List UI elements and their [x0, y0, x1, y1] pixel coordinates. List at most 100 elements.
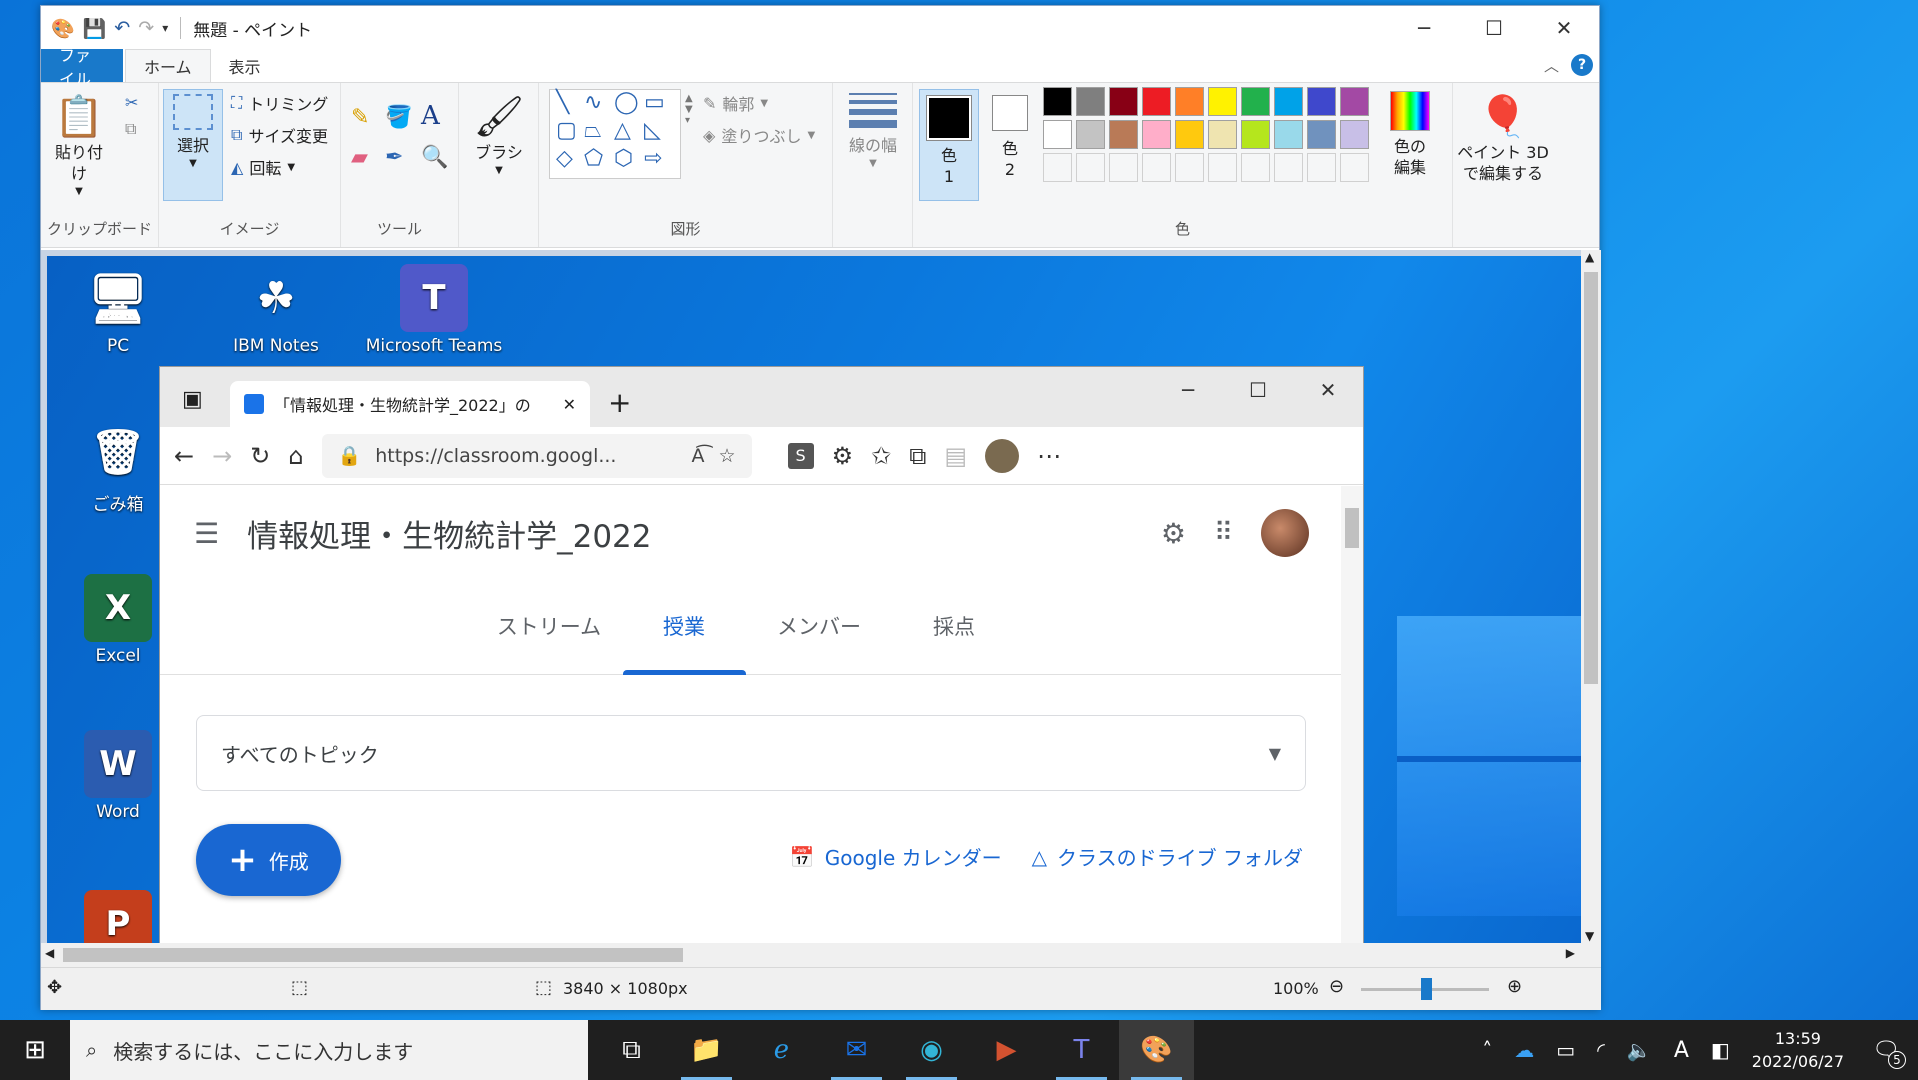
maximize-button[interactable]: ☐	[1459, 6, 1529, 50]
extensions-icon[interactable]: ⚙	[832, 442, 854, 470]
forward-icon[interactable]: →	[212, 442, 232, 470]
apps-grid-icon[interactable]: ⠿	[1214, 518, 1233, 548]
desktop-icon-teams[interactable]: T Microsoft Teams	[359, 264, 509, 356]
edge-minimize-button[interactable]: ─	[1153, 367, 1223, 413]
edit-colors-button[interactable]: 色の 編集	[1375, 91, 1445, 179]
color1-button[interactable]: 色 1	[919, 89, 979, 201]
palette-swatch[interactable]	[1175, 120, 1204, 149]
oval-shape-icon[interactable]: ◯	[614, 90, 639, 115]
onedrive-icon[interactable]: ☁	[1514, 1038, 1534, 1062]
edge-maximize-button[interactable]: ☐	[1223, 367, 1293, 413]
curve-shape-icon[interactable]: ∿	[584, 90, 602, 115]
tab-grades[interactable]: 採点	[887, 580, 1022, 675]
palette-swatch[interactable]	[1043, 87, 1072, 116]
volume-icon[interactable]: 🔈	[1627, 1038, 1652, 1062]
palette-swatch[interactable]	[1043, 120, 1072, 149]
palette-swatch[interactable]	[1076, 153, 1105, 182]
palette-swatch[interactable]	[1076, 120, 1105, 149]
color-picker-icon[interactable]: ✒	[385, 145, 403, 170]
extension-s-icon[interactable]: S	[787, 442, 814, 469]
menu-icon[interactable]: ☰	[194, 517, 219, 550]
profile-avatar[interactable]	[985, 438, 1020, 473]
internet-explorer-icon[interactable]: ℯ	[744, 1020, 819, 1080]
tab-close-icon[interactable]: ✕	[563, 395, 576, 414]
new-tab-icon[interactable]: +	[608, 386, 631, 419]
palette-swatch[interactable]	[1208, 153, 1237, 182]
tab-view[interactable]: 表示	[211, 49, 279, 82]
desktop-icon-pc[interactable]: 🖥 PC	[43, 264, 193, 357]
polygon-shape-icon[interactable]: ⏢	[584, 118, 602, 143]
taskbar-search-box[interactable]: ⌕ 検索するには、ここに入力します	[70, 1020, 588, 1080]
palette-swatch[interactable]	[1175, 153, 1204, 182]
tab-home[interactable]: ホーム	[125, 49, 211, 82]
palette-swatch[interactable]	[1109, 153, 1138, 182]
edge-close-button[interactable]: ✕	[1293, 367, 1363, 413]
rounded-rect-shape-icon[interactable]: ▢	[556, 118, 577, 143]
zoom-slider-thumb[interactable]	[1421, 978, 1432, 1000]
refresh-icon[interactable]: ↻	[250, 442, 270, 470]
palette-swatch[interactable]	[1175, 87, 1204, 116]
minimize-button[interactable]: ─	[1389, 6, 1459, 50]
palette-swatch[interactable]	[1142, 87, 1171, 116]
edge-scroll-thumb[interactable]	[1345, 508, 1359, 548]
back-icon[interactable]: ←	[174, 442, 194, 470]
tab-classwork[interactable]: 授業	[617, 580, 752, 675]
favorites-icon[interactable]: ✩	[871, 442, 891, 470]
undo-icon[interactable]: ↶	[114, 17, 130, 39]
magnifier-icon[interactable]: 🔍	[421, 145, 448, 170]
palette-swatch[interactable]	[1274, 120, 1303, 149]
teams-taskbar-icon[interactable]: T	[1044, 1020, 1119, 1080]
palette-swatch[interactable]	[1340, 120, 1369, 149]
palette-swatch[interactable]	[1208, 120, 1237, 149]
read-aloud-icon[interactable]: A͡	[692, 445, 705, 467]
tab-file[interactable]: ファイル	[41, 46, 123, 89]
edge-scrollbar[interactable]	[1341, 486, 1363, 943]
outlook-icon[interactable]: ✉	[819, 1020, 894, 1080]
scroll-left-icon[interactable]: ◀	[45, 946, 54, 960]
paint-taskbar-icon[interactable]: 🎨	[1119, 1020, 1194, 1080]
battery-icon[interactable]: ▭	[1556, 1038, 1575, 1062]
customize-qat-icon[interactable]: ▾	[162, 21, 168, 35]
scroll-up-icon[interactable]: ▲	[1585, 250, 1594, 264]
tab-actions-icon[interactable]: ▣	[182, 387, 203, 412]
home-icon[interactable]: ⌂	[288, 442, 303, 470]
palette-swatch[interactable]	[1340, 87, 1369, 116]
shapes-scroll[interactable]: ▲ ▼ ▾	[685, 93, 693, 126]
palette-swatch[interactable]	[1043, 153, 1072, 182]
canvas-area[interactable]: 🖥 PC ☘ IBM Notes T Microsoft Teams 🗑 ごみ箱…	[41, 250, 1581, 943]
copy-icon[interactable]: ⧉	[125, 119, 136, 139]
collapse-ribbon-icon[interactable]: ︿	[1544, 55, 1559, 76]
settings-icon[interactable]: ⚙	[1161, 517, 1186, 550]
palette-swatch[interactable]	[1307, 153, 1336, 182]
zoom-in-icon[interactable]: ⊕	[1507, 976, 1522, 997]
save-icon[interactable]: 💾	[83, 17, 107, 40]
canvas-vertical-scrollbar[interactable]: ▲ ▼	[1581, 250, 1601, 943]
zoom-out-icon[interactable]: ⊖	[1329, 976, 1344, 997]
drive-folder-link[interactable]: △ クラスのドライブ フォルダ	[1032, 842, 1303, 871]
tab-stream[interactable]: ストリーム	[482, 580, 617, 675]
diamond-shape-icon[interactable]: ◇	[556, 146, 573, 171]
palette-swatch[interactable]	[1241, 153, 1270, 182]
palette-swatch[interactable]	[1208, 87, 1237, 116]
topic-filter-dropdown[interactable]: すべてのトピック ▼	[196, 715, 1306, 791]
paste-button[interactable]: 📋 貼り付け ▼	[49, 91, 109, 198]
cut-icon[interactable]: ✂	[125, 93, 138, 112]
start-button[interactable]: ⊞	[0, 1020, 70, 1080]
tab-people[interactable]: メンバー	[752, 580, 887, 675]
more-icon[interactable]: ⋯	[1037, 442, 1061, 470]
powerpoint-taskbar-icon[interactable]: ▶	[969, 1020, 1044, 1080]
edge-icon[interactable]: ◉	[894, 1020, 969, 1080]
desktop-icon-ibm-notes[interactable]: ☘ IBM Notes	[201, 264, 351, 357]
vertical-scroll-thumb[interactable]	[1584, 272, 1598, 684]
palette-swatch[interactable]	[1307, 120, 1336, 149]
show-hidden-icons[interactable]: ˄	[1482, 1038, 1492, 1062]
crop-button[interactable]: ⛶ トリミング	[231, 91, 328, 115]
add-favorite-icon[interactable]: ☆	[719, 445, 736, 467]
palette-swatch[interactable]	[1274, 153, 1303, 182]
create-button[interactable]: + 作成	[196, 824, 341, 896]
palette-swatch[interactable]	[1109, 87, 1138, 116]
palette-swatch[interactable]	[1241, 87, 1270, 116]
palette-swatch[interactable]	[1109, 120, 1138, 149]
rotate-button[interactable]: ◭ 回転 ▼	[231, 155, 295, 179]
arrow-shape-icon[interactable]: ⇨	[644, 146, 662, 171]
